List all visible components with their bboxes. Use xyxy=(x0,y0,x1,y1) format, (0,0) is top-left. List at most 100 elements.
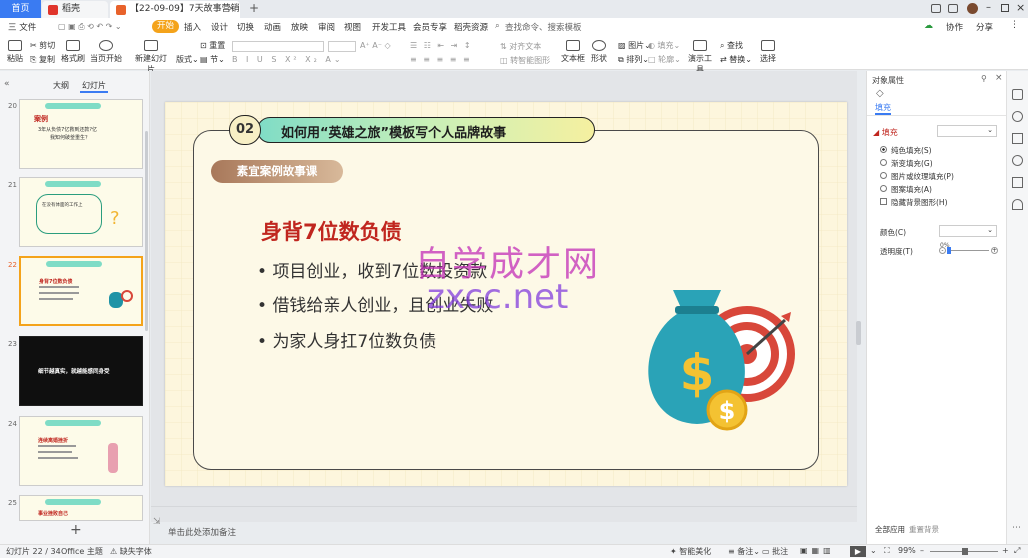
sidebar-more-icon[interactable]: ⋯ xyxy=(1012,523,1021,533)
close-window-icon[interactable]: × xyxy=(1016,1,1025,14)
menu-daoke-resources[interactable]: 稻壳资源 xyxy=(454,21,488,33)
notes-placeholder[interactable]: 单击此处添加备注 xyxy=(168,526,236,538)
list-buttons[interactable]: ☰ ☷ ⇤ ⇥ ↕ xyxy=(410,41,473,50)
reset-button[interactable]: ⊡ 重置 xyxy=(200,40,225,51)
cloud-icon[interactable]: ☁ xyxy=(924,21,933,31)
tab-outline[interactable]: 大纲 xyxy=(53,80,69,91)
command-search[interactable]: 查找命令、搜索模板 xyxy=(505,21,582,33)
clock-icon[interactable] xyxy=(1012,155,1023,166)
search-icon[interactable]: ⌕ xyxy=(495,21,500,31)
font-name-select[interactable] xyxy=(232,41,324,52)
quick-access-icons[interactable]: ▢ ▣ ⎙ ⟲ ↶ ↷ ⌄ xyxy=(58,22,122,32)
window-grid-icon[interactable] xyxy=(948,4,958,13)
layout-button[interactable]: 版式⌄ xyxy=(176,54,199,65)
fill-type-select[interactable]: ⌄ xyxy=(937,125,997,137)
picture-button[interactable]: ▨ 图片⌄ xyxy=(618,40,651,51)
animation-icon[interactable] xyxy=(1012,133,1023,144)
backup-icon[interactable] xyxy=(1012,177,1023,188)
zoom-level[interactable]: 99% xyxy=(898,546,916,555)
comments-button[interactable]: ▭ 批注 xyxy=(762,546,788,557)
slide-thumbnail-22-selected[interactable]: 身背7位数负债 xyxy=(19,256,143,326)
avatar[interactable] xyxy=(967,3,978,14)
zoom-slider-handle[interactable] xyxy=(962,548,968,555)
menu-insert[interactable]: 插入 xyxy=(184,21,201,33)
radio-solid-fill[interactable] xyxy=(880,146,887,153)
menu-view[interactable]: 视图 xyxy=(344,21,361,33)
slide-thumbnail-25[interactable]: 事业挫败自己 xyxy=(19,495,143,521)
outline-button[interactable]: □ 轮廓⌄ xyxy=(648,54,681,65)
fill-bucket-icon[interactable]: ◇ xyxy=(876,88,884,99)
align-text-button[interactable]: ⇅ 对齐文本 xyxy=(500,41,541,52)
select-button[interactable]: 选择 xyxy=(758,40,778,64)
replace-button[interactable]: ⇄ 替换⌄ xyxy=(720,54,752,65)
zoom-out-button[interactable]: – xyxy=(920,546,924,555)
menu-slideshow[interactable]: 放映 xyxy=(291,21,308,33)
pin-icon[interactable]: ⚲ xyxy=(981,74,987,83)
color-picker[interactable]: ⌄ xyxy=(939,225,997,237)
section-button[interactable]: ▤ 节⌄ xyxy=(200,54,225,65)
cut-button[interactable]: ✂ 剪切 xyxy=(30,40,55,51)
find-button[interactable]: ⌕ 查找 xyxy=(720,40,743,51)
notes-toggle-button[interactable]: ≡ 备注⌄ xyxy=(728,546,760,557)
fill-section-toggle[interactable]: ◢ 填充 xyxy=(873,127,898,138)
canvas-vertical-scrollbar[interactable] xyxy=(856,321,861,345)
menu-file[interactable]: 三 文件 xyxy=(8,21,36,33)
thumbnail-scrollbar[interactable] xyxy=(145,131,148,331)
hide-bg-graphics-checkbox[interactable] xyxy=(880,198,887,205)
tab-daoke[interactable]: 稻壳 xyxy=(42,1,108,18)
new-slide-button[interactable]: 新建幻灯片 xyxy=(132,40,170,75)
more-icon[interactable]: ⋮ xyxy=(1010,20,1019,30)
close-panel-icon[interactable]: × xyxy=(995,73,1003,83)
play-slideshow-button[interactable]: ▶ xyxy=(850,546,866,557)
radio-gradient-fill[interactable] xyxy=(880,159,887,166)
zoom-in-button[interactable]: + xyxy=(1002,546,1009,555)
arrange-button[interactable]: ⧉ 排列⌄ xyxy=(618,54,649,65)
fill-button[interactable]: ◐ 填充⌄ xyxy=(648,40,680,51)
collapse-panel-icon[interactable]: « xyxy=(4,79,10,89)
menu-start[interactable]: 开始 xyxy=(152,20,180,33)
close-tab-icon[interactable]: × xyxy=(227,1,235,18)
slide-thumbnail-21[interactable]: 在没有体面的工作上 ? xyxy=(19,177,143,247)
tab-home[interactable]: 首页 xyxy=(0,0,41,18)
tab-document[interactable]: 【22-09-09】7天故事营销2.pptx × xyxy=(110,1,240,31)
menu-member[interactable]: 会员专享 xyxy=(413,21,447,33)
slide-thumbnail-20[interactable]: 案例 3年从负债7亿救到还款?亿 我知何破釜重生？ xyxy=(19,99,143,169)
location-icon[interactable] xyxy=(1012,199,1023,210)
radio-picture-fill[interactable] xyxy=(880,172,887,179)
apply-all-button[interactable]: 全部应用 xyxy=(875,524,905,535)
current-slide[interactable]: 02 如何用“英雄之旅”模板写个人品牌故事 素宜案例故事课 身背7位数负债 • … xyxy=(165,102,847,486)
missing-font-button[interactable]: ⚠ 缺失字体 xyxy=(110,546,152,557)
transparency-decrease[interactable]: - xyxy=(939,247,946,254)
window-layout-icon[interactable] xyxy=(931,4,941,13)
slideshow-menu-icon[interactable]: ⌄ xyxy=(870,546,877,555)
menu-design[interactable]: 设计 xyxy=(211,21,228,33)
notes-grip-icon[interactable]: ⇲ xyxy=(153,517,161,527)
convert-smartart-button[interactable]: ◫ 转智能图形 xyxy=(500,55,550,66)
tab-slides[interactable]: 幻灯片 xyxy=(80,80,108,93)
slide-thumbnail-24[interactable]: 连续离婚挫折 xyxy=(19,416,143,486)
design-icon[interactable] xyxy=(1012,111,1023,122)
view-mode-buttons[interactable]: ▣▦▥ xyxy=(800,546,835,555)
font-size-buttons[interactable]: A⁺ A⁻ ◇ xyxy=(360,41,391,50)
smart-beautify-button[interactable]: ✦ 智能美化 xyxy=(670,546,711,557)
reset-background-button[interactable]: 重置背景 xyxy=(909,524,939,535)
font-size-select[interactable] xyxy=(328,41,356,52)
transparency-slider[interactable] xyxy=(949,250,989,251)
slide-thumbnail-23[interactable]: 细节越真实，就越能感同身受 xyxy=(19,336,143,406)
menu-transition[interactable]: 切换 xyxy=(237,21,254,33)
radio-pattern-fill[interactable] xyxy=(880,185,887,192)
shape-button[interactable]: 形状 xyxy=(589,40,609,64)
new-tab-button[interactable]: + xyxy=(249,1,259,15)
fullscreen-icon[interactable]: ⤢ xyxy=(1014,546,1020,556)
minimize-icon[interactable]: – xyxy=(986,2,991,13)
align-buttons[interactable]: ≡ ≡ ≡ ≡ ≡ xyxy=(410,55,472,64)
format-painter-button[interactable]: 格式刷 xyxy=(60,40,86,64)
tab-fill[interactable]: 填充 xyxy=(875,102,891,115)
share-button[interactable]: 分享 xyxy=(976,21,993,33)
menu-developer[interactable]: 开发工具 xyxy=(372,21,406,33)
paste-button[interactable]: 粘贴 xyxy=(5,40,25,64)
from-current-button[interactable]: 当页开始 xyxy=(90,40,122,64)
copy-button[interactable]: ⎘ 复制 xyxy=(30,54,55,65)
menu-review[interactable]: 审阅 xyxy=(318,21,335,33)
transparency-increase[interactable]: + xyxy=(991,247,998,254)
